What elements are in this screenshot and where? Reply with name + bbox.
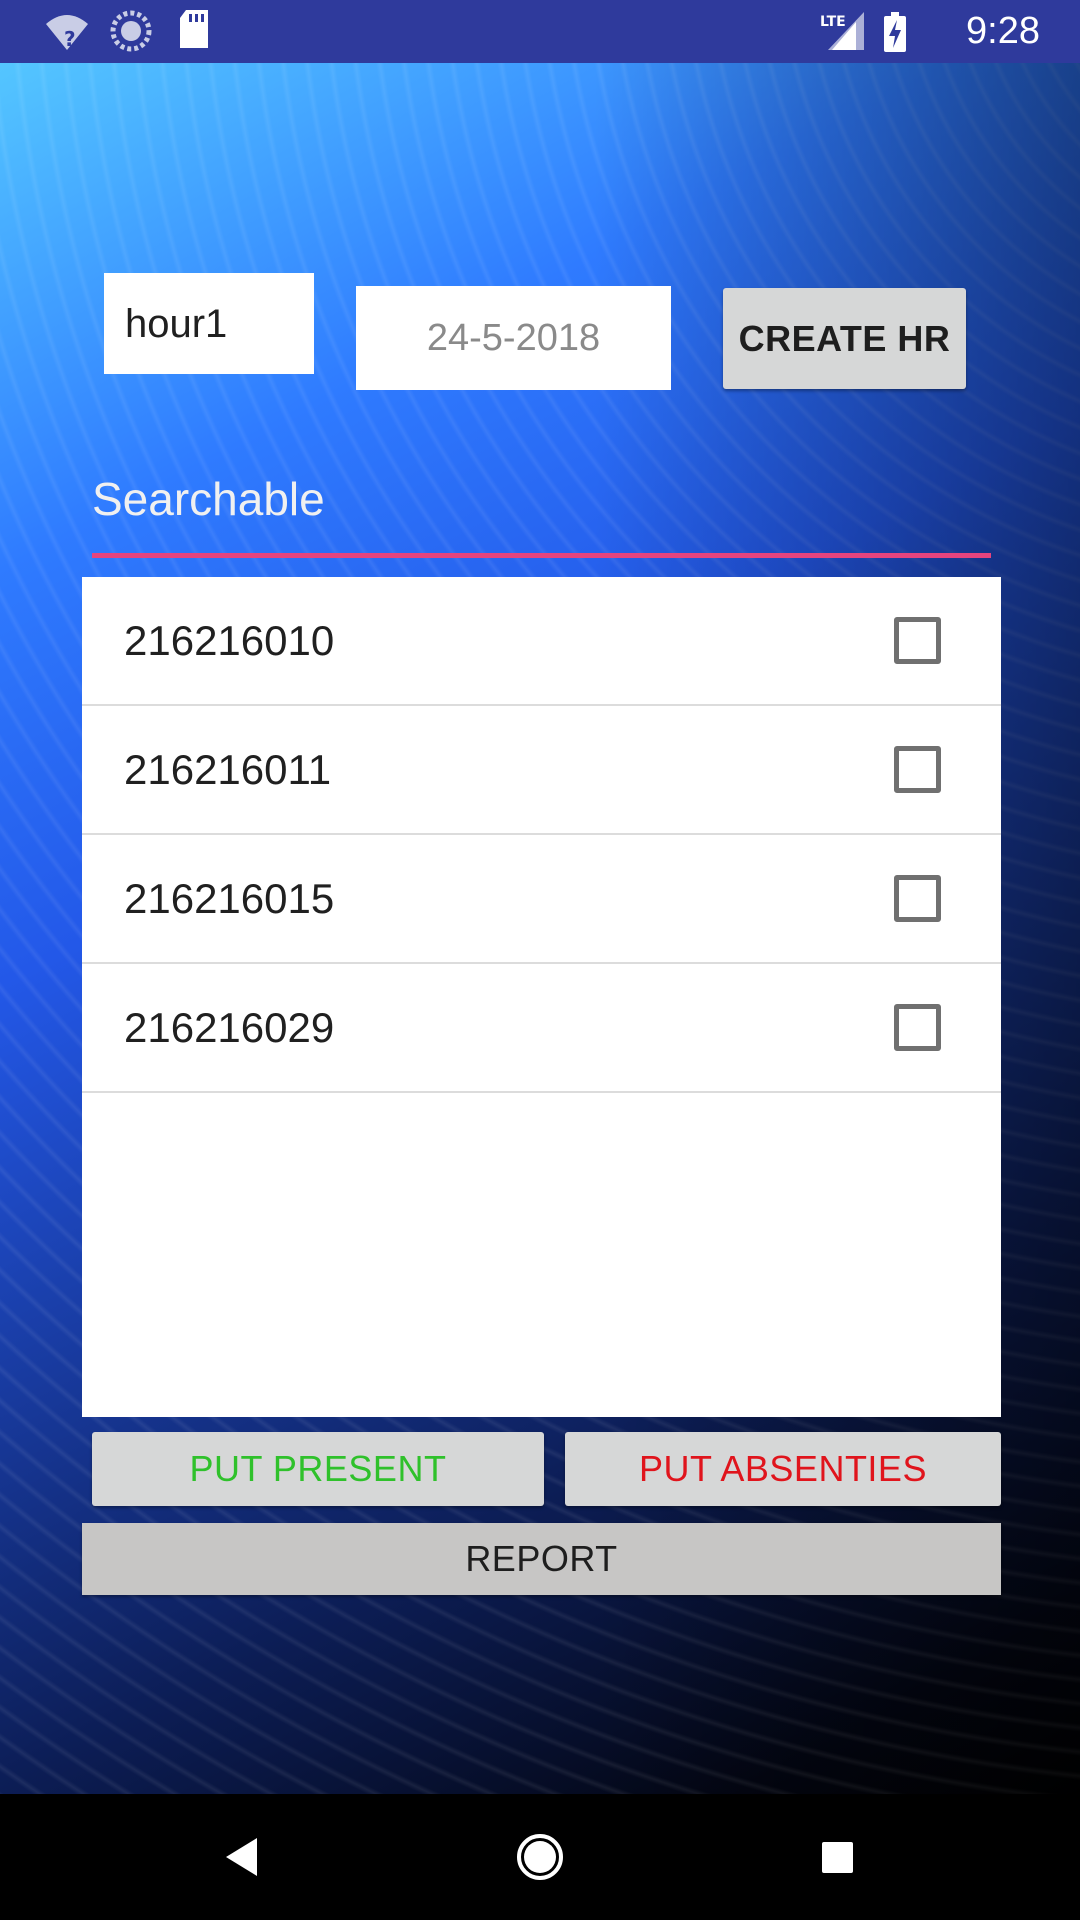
student-id: 216216011	[124, 746, 332, 793]
student-id: 216216029	[124, 1004, 335, 1051]
list-item[interactable]: 216216011	[82, 706, 1001, 835]
navigation-bar	[0, 1794, 1080, 1920]
present-checkbox[interactable]	[894, 875, 941, 922]
status-bar: ? LTE 9:28	[0, 0, 1080, 63]
recents-button[interactable]	[777, 1794, 897, 1920]
attendance-screen: ? LTE 9:28 hour1 24-5-2018 CREATE HR Sea…	[0, 0, 1080, 1920]
back-button[interactable]	[180, 1794, 300, 1920]
list-item[interactable]: 216216010	[82, 577, 1001, 706]
list-item[interactable]: 216216029	[82, 964, 1001, 1093]
home-button[interactable]	[480, 1794, 600, 1920]
create-hr-button[interactable]: CREATE HR	[723, 288, 966, 389]
sd-card-icon	[178, 10, 210, 55]
back-icon	[226, 1838, 257, 1876]
put-present-button-label: PUT PRESENT	[189, 1448, 447, 1489]
student-id: 216216010	[124, 617, 335, 664]
status-right-icons: LTE 9:28	[820, 0, 1040, 63]
present-checkbox[interactable]	[894, 1004, 941, 1051]
search-underline	[92, 553, 991, 558]
wifi-unknown-icon: ?	[44, 12, 90, 57]
student-list: 216216010 216216011 216216015 216216029	[82, 577, 1001, 1417]
present-checkbox[interactable]	[894, 746, 941, 793]
student-id: 216216015	[124, 875, 335, 922]
home-icon	[517, 1834, 563, 1880]
put-absenties-button[interactable]: PUT ABSENTIES	[565, 1432, 1001, 1506]
hour-input[interactable]: hour1	[104, 273, 314, 374]
date-field[interactable]: 24-5-2018	[356, 286, 671, 390]
report-button-label: REPORT	[465, 1538, 618, 1579]
create-hr-button-label: CREATE HR	[738, 317, 951, 359]
put-absenties-button-label: PUT ABSENTIES	[639, 1448, 927, 1489]
network-type-label: LTE	[820, 14, 846, 30]
sync-icon	[110, 10, 152, 57]
battery-charging-icon	[884, 12, 906, 57]
search-field[interactable]: Searchable	[92, 460, 991, 560]
svg-text:?: ?	[64, 27, 76, 51]
put-present-button[interactable]: PUT PRESENT	[92, 1432, 544, 1506]
search-input[interactable]: Searchable	[92, 472, 325, 526]
clock: 9:28	[966, 10, 1040, 52]
recents-icon	[822, 1842, 853, 1873]
present-checkbox[interactable]	[894, 617, 941, 664]
list-item[interactable]: 216216015	[82, 835, 1001, 964]
report-button[interactable]: REPORT	[82, 1523, 1001, 1595]
signal-icon: LTE	[820, 12, 866, 57]
